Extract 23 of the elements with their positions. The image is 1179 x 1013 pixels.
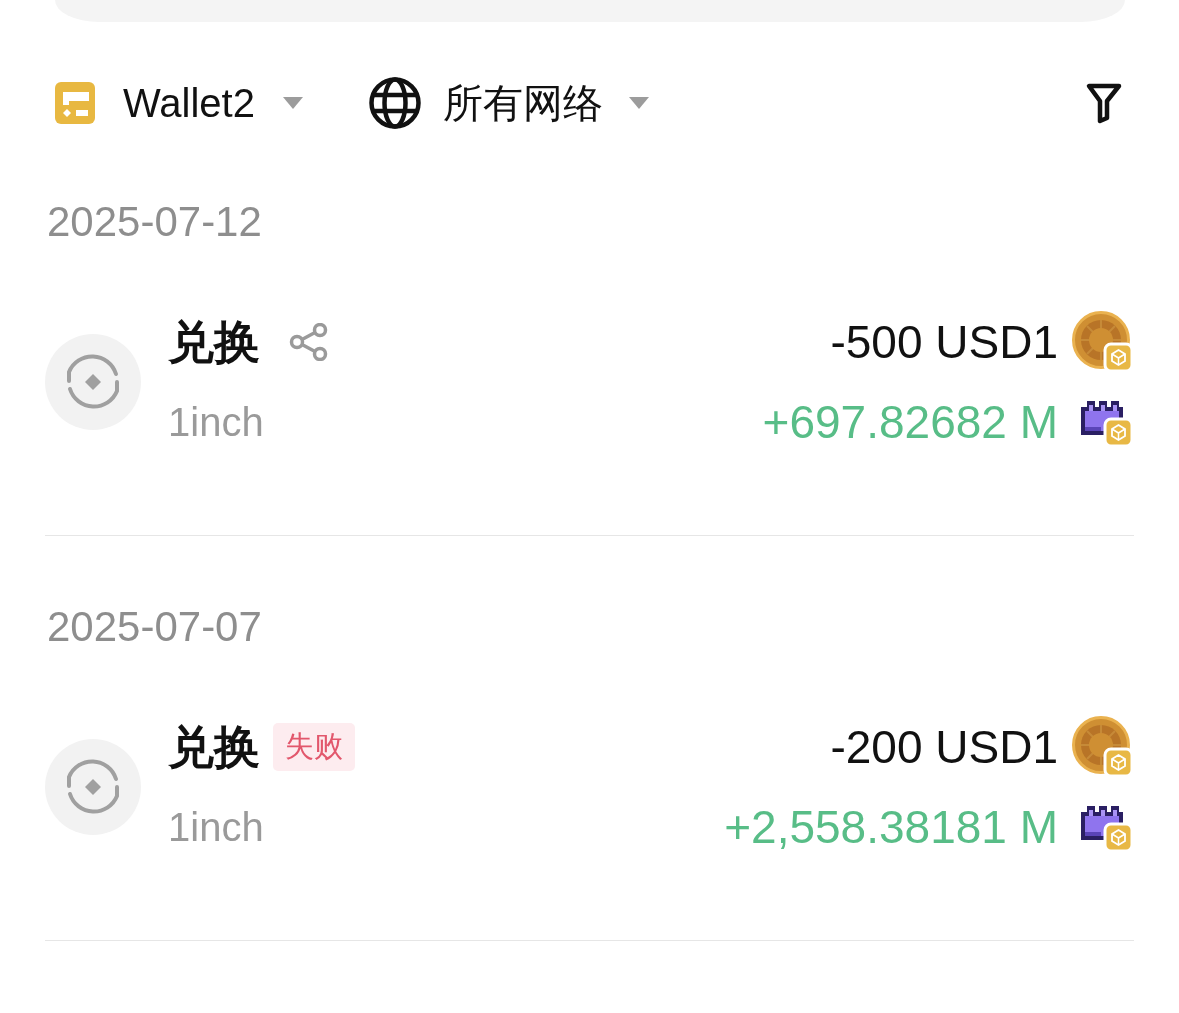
globe-icon <box>368 77 421 129</box>
received-amount: +2,558.38181 M <box>724 804 1058 850</box>
coin-icon <box>1072 311 1134 373</box>
filter-icon[interactable] <box>1084 81 1124 125</box>
received-amount: +697.82682 M <box>762 399 1058 445</box>
sent-amount: -200 USD1 <box>830 724 1058 770</box>
cycle-arrows-icon <box>45 334 141 430</box>
caret-icon <box>282 97 303 109</box>
transaction-title: 兑换 <box>168 319 260 365</box>
wallet-dropdown[interactable]: Wallet2 <box>55 82 303 124</box>
transaction-source: 1inch <box>168 402 264 442</box>
wallet-icon <box>55 82 95 124</box>
network-dropdown[interactable]: 所有网络 <box>368 77 649 129</box>
date-header: 2025-07-07 <box>47 605 262 649</box>
coin-icon <box>1072 716 1134 778</box>
share-icon[interactable] <box>289 323 329 361</box>
transaction-source: 1inch <box>168 807 264 847</box>
date-header: 2025-07-12 <box>47 200 262 244</box>
caret-icon <box>628 97 649 109</box>
sent-amount: -500 USD1 <box>830 319 1058 365</box>
transaction-title: 兑换 <box>168 724 260 770</box>
cycle-arrows-icon <box>45 739 141 835</box>
status-tag: 失败 <box>273 723 355 771</box>
